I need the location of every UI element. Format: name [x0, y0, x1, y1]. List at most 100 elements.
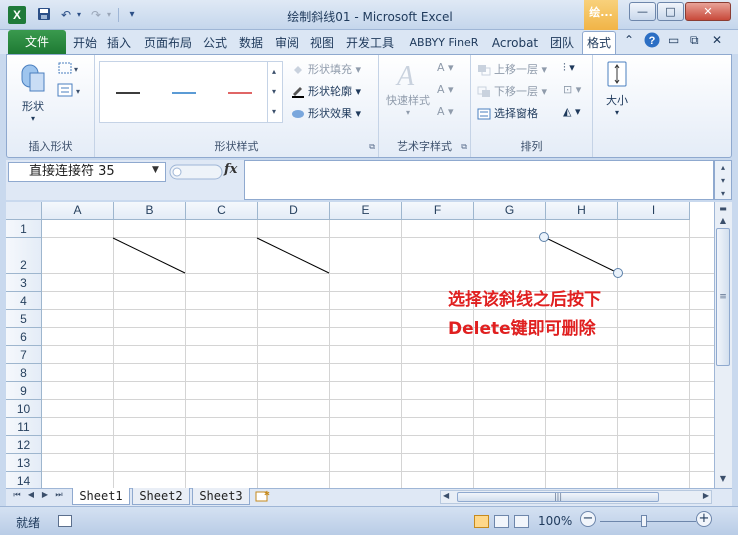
selection-pane-icon: [477, 108, 491, 120]
shape-effects-button[interactable]: 形状效果 ▾: [291, 105, 361, 121]
tab-view[interactable]: 视图: [307, 34, 337, 54]
size-button[interactable]: 大小 ▾: [599, 59, 635, 117]
close-button[interactable]: ✕: [685, 2, 731, 21]
tab-data[interactable]: 数据: [236, 34, 266, 54]
page-break-view-icon[interactable]: [514, 515, 529, 528]
ribbon-minimize-icon[interactable]: ⌃: [624, 33, 634, 47]
group-objects-icon[interactable]: ⊡ ▾: [563, 83, 581, 96]
shape-fill-button[interactable]: 形状填充 ▾: [291, 61, 361, 77]
group-shape-styles: ▴ ▾ ▾ 形状填充 ▾ 形状轮廓 ▾ 形状效果 ▾ 形状样式 ⧉: [95, 55, 379, 157]
horizontal-scrollbar[interactable]: ◀ ||| ▶: [440, 490, 712, 504]
shape-outline-button[interactable]: 形状轮廓 ▾: [291, 83, 361, 99]
drawing-layer: [112, 232, 623, 278]
line-start-handle[interactable]: [539, 232, 549, 242]
annotation-line-1: 选择该斜线之后按下: [448, 290, 601, 310]
name-box[interactable]: 直接连接符 35: [8, 162, 166, 182]
wordart-group-label: 艺术字样式: [397, 140, 452, 153]
tab-acrobat[interactable]: Acrobat: [488, 34, 542, 54]
shape-styles-launcher-icon[interactable]: ⧉: [369, 142, 375, 152]
text-outline-icon[interactable]: A ▾: [437, 83, 454, 96]
redo-icon[interactable]: ↷: [88, 7, 104, 23]
prev-sheet-icon[interactable]: ◀: [26, 490, 36, 499]
tab-developer[interactable]: 开发工具: [342, 34, 398, 54]
text-fill-icon[interactable]: A ▾: [437, 61, 454, 74]
customize-quick-access-icon[interactable]: ▾: [124, 7, 140, 23]
first-sheet-icon[interactable]: ⏮: [12, 490, 22, 500]
help-icon[interactable]: ?: [644, 32, 660, 51]
rotate-icon[interactable]: ◭ ▾: [563, 105, 580, 118]
size-icon: [607, 61, 627, 87]
name-box-dropdown-icon[interactable]: ▼: [152, 165, 159, 175]
scroll-left-icon[interactable]: ◀: [443, 491, 449, 500]
page-layout-view-icon[interactable]: [494, 515, 509, 528]
align-icon[interactable]: ⫶ ▾: [563, 61, 575, 75]
tab-formulas[interactable]: 公式: [200, 34, 230, 54]
tab-insert[interactable]: 插入: [104, 34, 134, 54]
normal-view-icon[interactable]: [474, 515, 489, 528]
style-red-line[interactable]: [228, 92, 252, 94]
quick-access-separator: [118, 8, 119, 22]
tab-home[interactable]: 开始: [70, 34, 100, 54]
shape-styles-group-label: 形状样式: [214, 140, 259, 153]
next-sheet-icon[interactable]: ▶: [40, 490, 50, 499]
undo-icon[interactable]: ↶: [58, 7, 74, 23]
gallery-scroll-buttons[interactable]: ▴ ▾ ▾: [267, 62, 280, 122]
tab-file[interactable]: 文件: [8, 30, 66, 54]
zoom-in-icon[interactable]: +: [696, 511, 712, 527]
insert-function-icon[interactable]: fx: [224, 162, 237, 177]
horizontal-scroll-thumb[interactable]: |||: [457, 492, 659, 502]
vertical-scroll-thumb[interactable]: ≡: [716, 228, 730, 366]
tab-team[interactable]: 团队: [546, 34, 578, 54]
save-icon[interactable]: [36, 7, 52, 23]
status-ready: 就绪: [16, 516, 41, 530]
zoom-level[interactable]: 100%: [538, 514, 572, 528]
minimize-button[interactable]: —: [629, 2, 656, 21]
drawing-tools-context-tab[interactable]: 绘...: [584, 0, 618, 30]
scroll-down-icon[interactable]: ▼: [716, 472, 730, 486]
zoom-out-icon[interactable]: −: [580, 511, 596, 527]
shape-button[interactable]: 形状 ▾: [15, 61, 51, 123]
sheet-tab-sheet3[interactable]: Sheet3: [192, 488, 250, 505]
style-dark-line[interactable]: [116, 92, 140, 94]
sheet-tab-sheet1[interactable]: Sheet1: [72, 488, 130, 505]
scroll-right-icon[interactable]: ▶: [703, 491, 709, 500]
zoom-slider-track[interactable]: [600, 521, 696, 522]
diagonal-line-d2[interactable]: [256, 237, 330, 274]
diagonal-line-b2[interactable]: [112, 237, 186, 274]
formula-input[interactable]: [244, 160, 714, 200]
bring-forward-button[interactable]: 上移一层 ▾: [477, 61, 547, 77]
window-restore-icon[interactable]: ⧉: [690, 33, 699, 48]
macro-record-icon[interactable]: [58, 515, 72, 527]
selection-pane-button[interactable]: 选择窗格: [477, 105, 538, 121]
tab-review[interactable]: 审阅: [272, 34, 302, 54]
shape-style-gallery[interactable]: [99, 61, 283, 123]
last-sheet-icon[interactable]: ⏭: [54, 490, 64, 500]
sheet-tab-sheet2[interactable]: Sheet2: [132, 488, 190, 505]
worksheet-grid[interactable]: A B C D E F G H I 1 2 3 4 5 6 7 8 9 10 1…: [6, 202, 714, 488]
wordart-launcher-icon[interactable]: ⧉: [461, 142, 467, 152]
formula-expand-buttons[interactable]: ▴ ▾ ▾: [714, 160, 732, 200]
vertical-scrollbar[interactable]: ▬ ▲ ≡ ▼: [714, 202, 732, 488]
maximize-button[interactable]: □: [657, 2, 684, 21]
text-box-icon[interactable]: ▾: [57, 83, 83, 100]
excel-app-icon[interactable]: X: [8, 6, 26, 24]
text-effects-icon[interactable]: A ▾: [437, 105, 454, 118]
window-close-icon[interactable]: ✕: [712, 33, 722, 47]
quick-styles-button[interactable]: A 快速样式 ▾: [383, 59, 433, 117]
undo-dropdown-icon[interactable]: ▾: [74, 7, 84, 23]
edit-shape-icon[interactable]: ▾: [57, 61, 79, 78]
line-end-handle[interactable]: [613, 268, 623, 278]
tab-abbyy[interactable]: ABBYY FineR: [402, 34, 486, 54]
insert-sheet-icon[interactable]: ✱: [254, 489, 270, 506]
scroll-up-icon[interactable]: ▲: [716, 214, 730, 228]
redo-dropdown-icon[interactable]: ▾: [104, 7, 114, 23]
style-blue-line[interactable]: [172, 92, 196, 94]
tab-page-layout[interactable]: 页面布局: [140, 34, 196, 54]
pen-outline-icon: [291, 86, 305, 98]
tab-format[interactable]: 格式: [582, 31, 616, 55]
shape-effects-icon: [291, 108, 305, 120]
zoom-slider-thumb[interactable]: [641, 515, 647, 527]
send-backward-button[interactable]: 下移一层 ▾: [477, 83, 547, 99]
selected-diagonal-line[interactable]: [543, 236, 619, 274]
window-minimize-icon[interactable]: ▭: [668, 33, 679, 47]
